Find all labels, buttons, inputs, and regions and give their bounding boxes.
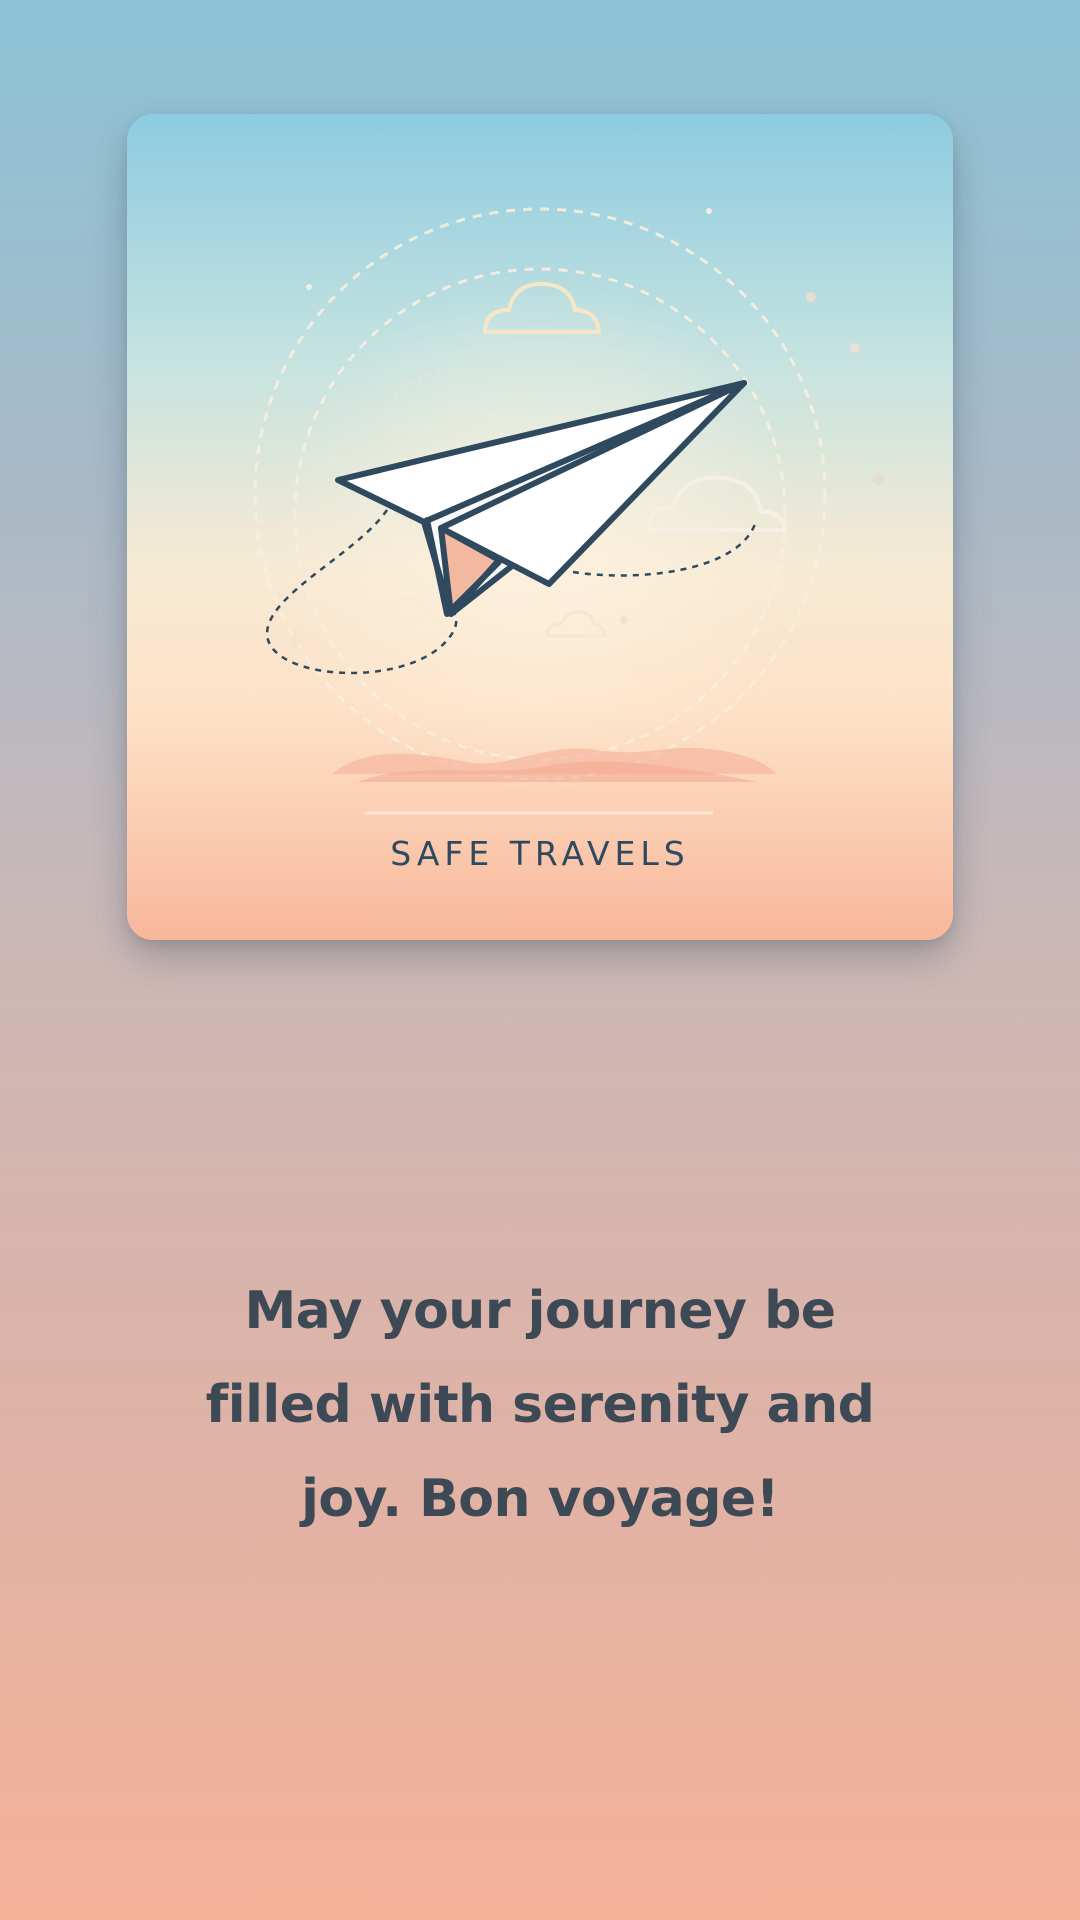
greeting-card-image: SAFE TRAVELS (127, 114, 953, 940)
paper-plane-illustration (237, 207, 884, 815)
card-caption: SAFE TRAVELS (390, 834, 690, 873)
greeting-message: May your journey be filled with serenity… (205, 1281, 875, 1529)
